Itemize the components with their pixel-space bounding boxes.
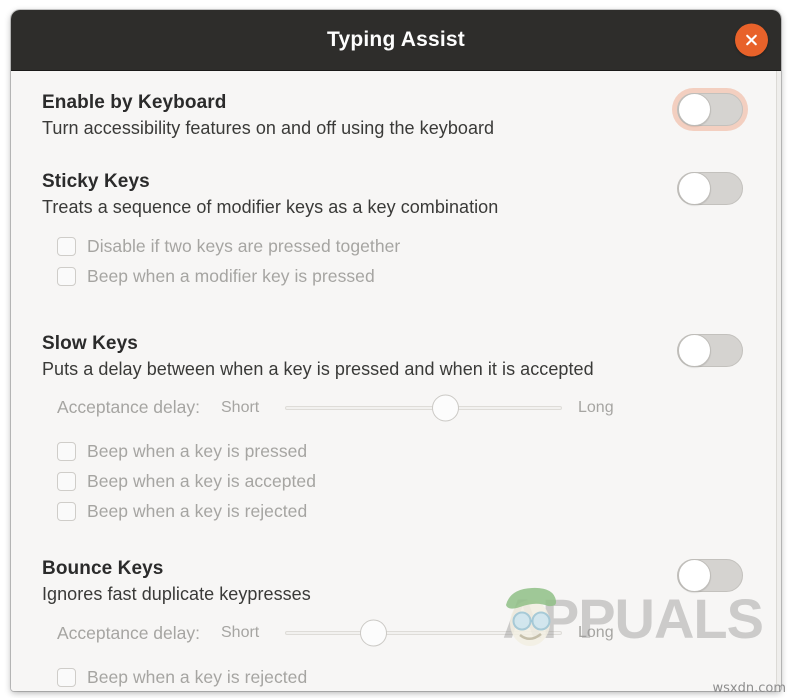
section-header: Sticky Keys Treats a sequence of modifie…: [42, 170, 755, 219]
slider-thumb[interactable]: [360, 619, 388, 647]
slow-keys-delay-row: Acceptance delay: Short Long: [42, 391, 755, 425]
toggle-knob: [678, 93, 711, 126]
checkbox-label: Disable if two keys are pressed together: [87, 236, 401, 257]
section-text: Enable by Keyboard Turn accessibility fe…: [42, 91, 494, 140]
section-description: Ignores fast duplicate keypresses: [42, 583, 311, 604]
sticky-keys-options: Disable if two keys are pressed together…: [42, 232, 755, 292]
toggle-wrapper: [677, 333, 743, 367]
checkbox-row[interactable]: Beep when a key is rejected: [57, 662, 755, 691]
toggle-wrapper: [677, 558, 743, 592]
section-header: Bounce Keys Ignores fast duplicate keypr…: [42, 557, 755, 606]
section-text: Slow Keys Puts a delay between when a ke…: [42, 332, 594, 381]
section-title: Bounce Keys: [42, 557, 164, 579]
checkbox-label: Beep when a modifier key is pressed: [87, 266, 375, 287]
section-title: Slow Keys: [42, 332, 138, 354]
toggle-enable-by-keyboard[interactable]: [677, 93, 743, 126]
bounce-keys-delay-row: Acceptance delay: Short Long: [42, 616, 755, 650]
checkbox-label: Beep when a key is rejected: [87, 666, 308, 687]
checkbox-row[interactable]: Beep when a modifier key is pressed: [57, 262, 755, 292]
checkbox-disable-if-two-keys[interactable]: [57, 237, 76, 257]
window-title: Typing Assist: [327, 28, 465, 51]
section-enable-by-keyboard: Enable by Keyboard Turn accessibility fe…: [11, 91, 781, 140]
slider-slow-keys-delay[interactable]: [285, 393, 562, 423]
checkbox-beep-modifier-key[interactable]: [57, 267, 76, 287]
toggle-bounce-keys[interactable]: [677, 558, 743, 592]
slider-rail: [285, 405, 562, 410]
checkbox-beep-key-rejected-bounce[interactable]: [57, 667, 76, 687]
screenshot-root: Typing Assist Enable by Keyboard Turn ac…: [0, 0, 792, 698]
slider-thumb[interactable]: [432, 394, 460, 422]
settings-content: Enable by Keyboard Turn accessibility fe…: [11, 71, 781, 691]
section-text: Sticky Keys Treats a sequence of modifie…: [42, 170, 498, 219]
toggle-wrapper: [677, 93, 743, 126]
section-title: Enable by Keyboard: [42, 92, 227, 113]
checkbox-beep-key-rejected[interactable]: [57, 502, 76, 522]
checkbox-row[interactable]: Disable if two keys are pressed together: [57, 232, 755, 262]
section-title: Sticky Keys: [42, 171, 150, 193]
checkbox-row[interactable]: Beep when a key is pressed: [57, 437, 755, 467]
typing-assist-window: Typing Assist Enable by Keyboard Turn ac…: [11, 10, 781, 691]
slider-min-label: Short: [221, 398, 260, 416]
section-description: Puts a delay between when a key is press…: [42, 358, 594, 379]
close-button[interactable]: [735, 23, 768, 57]
acceptance-delay-label: Acceptance delay:: [57, 397, 201, 418]
toggle-sticky-keys[interactable]: [677, 172, 743, 206]
section-slow-keys: Slow Keys Puts a delay between when a ke…: [11, 332, 781, 527]
bounce-keys-options: Beep when a key is rejected: [42, 662, 755, 691]
slider-min-label: Short: [221, 624, 260, 642]
toggle-wrapper: [677, 172, 743, 206]
site-credit: wsxdn.com: [712, 681, 787, 696]
checkbox-label: Beep when a key is rejected: [87, 501, 308, 522]
window-titlebar: Typing Assist: [11, 10, 781, 71]
section-description: Turn accessibility features on and off u…: [42, 117, 495, 138]
section-header: Enable by Keyboard Turn accessibility fe…: [42, 91, 755, 140]
checkbox-beep-key-pressed[interactable]: [57, 442, 76, 462]
section-header: Slow Keys Puts a delay between when a ke…: [42, 332, 755, 381]
checkbox-label: Beep when a key is accepted: [87, 471, 316, 492]
acceptance-delay-label: Acceptance delay:: [57, 622, 201, 643]
toggle-slow-keys[interactable]: [677, 333, 743, 367]
toggle-knob: [678, 333, 711, 367]
close-x-icon: [744, 33, 759, 48]
slow-keys-options: Beep when a key is pressed Beep when a k…: [42, 437, 755, 527]
checkbox-label: Beep when a key is pressed: [87, 441, 308, 462]
slider-bounce-keys-delay[interactable]: [285, 618, 562, 648]
toggle-knob: [678, 172, 711, 206]
slider-max-label: Long: [578, 624, 614, 642]
slider-max-label: Long: [578, 398, 614, 416]
toggle-knob: [678, 558, 711, 592]
checkbox-row[interactable]: Beep when a key is rejected: [57, 497, 755, 527]
section-bounce-keys: Bounce Keys Ignores fast duplicate keypr…: [11, 557, 781, 691]
checkbox-beep-key-accepted[interactable]: [57, 472, 76, 492]
section-sticky-keys: Sticky Keys Treats a sequence of modifie…: [11, 170, 781, 291]
section-text: Bounce Keys Ignores fast duplicate keypr…: [42, 557, 311, 606]
checkbox-row[interactable]: Beep when a key is accepted: [57, 467, 755, 497]
slider-rail: [285, 631, 562, 636]
section-description: Treats a sequence of modifier keys as a …: [42, 197, 499, 218]
